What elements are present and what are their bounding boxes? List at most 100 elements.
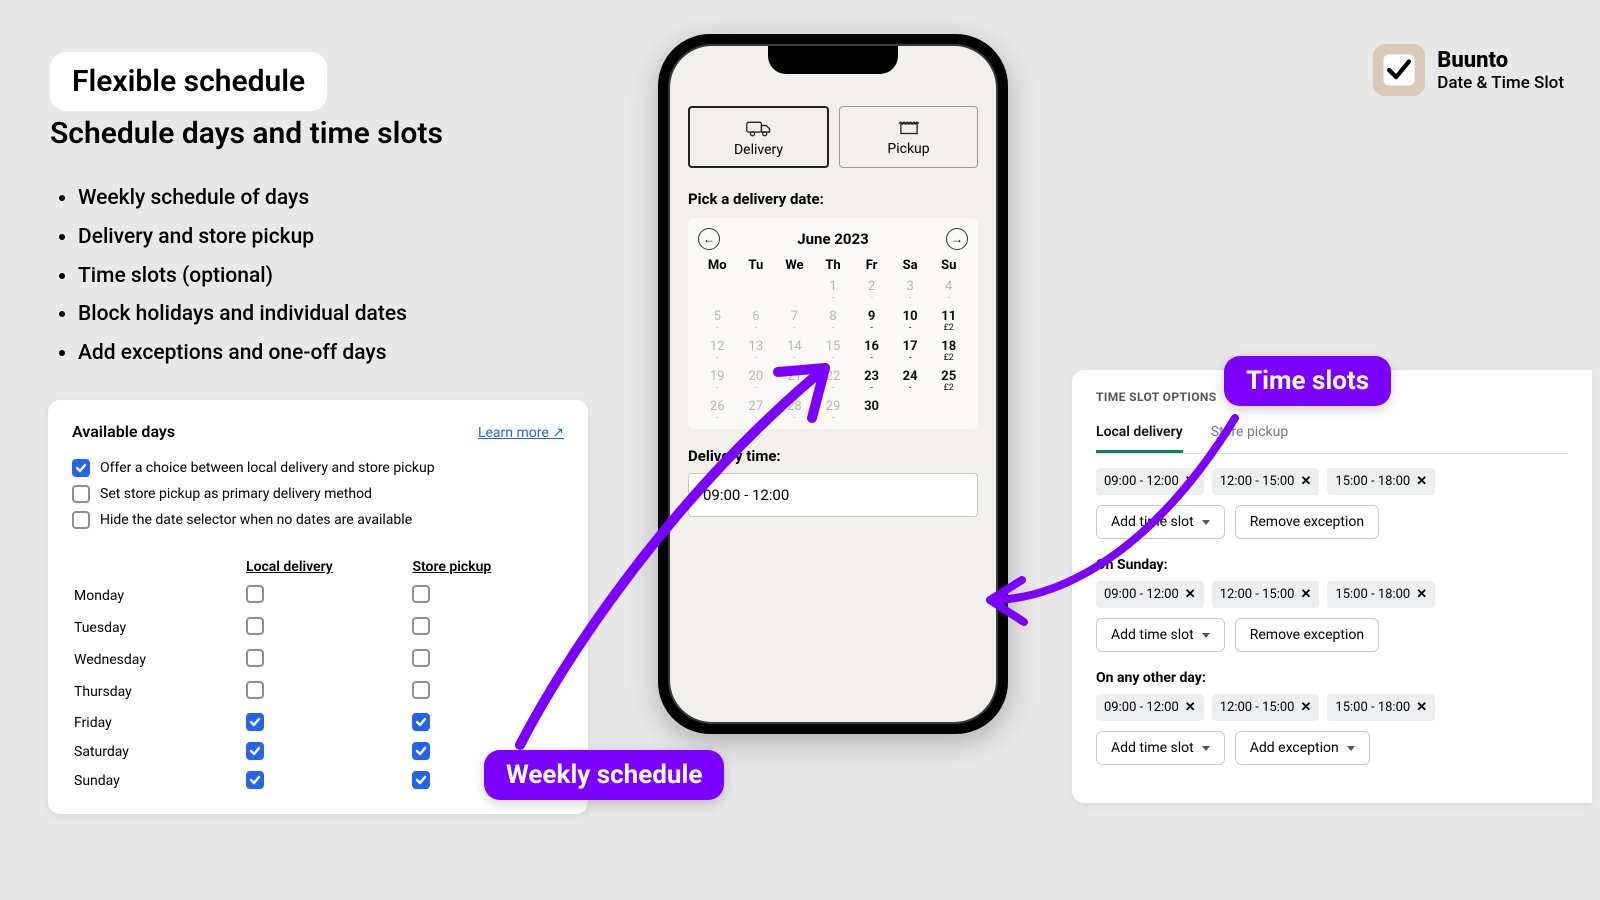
checkbox[interactable] (72, 459, 90, 477)
brand-name: Buunto (1437, 48, 1564, 73)
calendar-day: 1- (814, 279, 853, 303)
time-slot-chip[interactable]: 09:00 - 12:00✕ (1096, 694, 1204, 721)
calendar-day[interactable]: 18£2 (929, 339, 968, 363)
calendar-day[interactable]: 11£2 (929, 309, 968, 333)
calendar-day (891, 399, 930, 423)
calendar-day[interactable]: 30 (852, 399, 891, 423)
option-row[interactable]: Hide the date selector when no dates are… (72, 511, 564, 529)
option-row[interactable]: Offer a choice between local delivery an… (72, 459, 564, 477)
checkbox[interactable] (246, 771, 264, 789)
store-icon (840, 117, 977, 137)
calendar-month: June 2023 (797, 230, 868, 248)
calendar-day: 8- (814, 309, 853, 333)
calendar-day: 6- (737, 309, 776, 333)
calendar-dow: We (775, 258, 814, 273)
calendar-prev-button[interactable]: ← (698, 228, 720, 250)
calendar-day[interactable]: 25£2 (929, 369, 968, 393)
panel-title: Available days (72, 422, 175, 441)
close-icon[interactable]: ✕ (1301, 700, 1312, 715)
method-pickup-button[interactable]: Pickup (839, 106, 978, 168)
calendar-day[interactable]: 23- (852, 369, 891, 393)
calendar-dow: Tu (737, 258, 776, 273)
header-badge: Flexible schedule (50, 52, 327, 111)
day-name: Tuesday (74, 613, 244, 643)
calendar-dow: Fr (852, 258, 891, 273)
checkbox[interactable] (412, 617, 430, 635)
day-row: Tuesday (74, 613, 562, 643)
day-row: Monday (74, 581, 562, 611)
calendar-day[interactable]: 24- (891, 369, 930, 393)
calendar-day[interactable]: 16- (852, 339, 891, 363)
delivery-time-label: Delivery time: (688, 447, 978, 465)
calendar-day[interactable]: 10- (891, 309, 930, 333)
add time slot-button[interactable]: Add time slot (1096, 505, 1225, 539)
checkbox[interactable] (246, 617, 264, 635)
calendar-day (698, 279, 737, 303)
add time slot-button[interactable]: Add time slot (1096, 731, 1225, 765)
checkbox[interactable] (412, 649, 430, 667)
checkbox[interactable] (246, 742, 264, 760)
calendar-day: 21- (775, 369, 814, 393)
calendar-day[interactable]: 17- (891, 339, 930, 363)
checkbox[interactable] (246, 585, 264, 603)
calendar: ← June 2023 → MoTuWeThFrSaSu1-2-3-4-5-6-… (688, 218, 978, 429)
time-slot-chip[interactable]: 09:00 - 12:00✕ (1096, 581, 1204, 608)
calendar-day: 20- (737, 369, 776, 393)
close-icon[interactable]: ✕ (1185, 700, 1196, 715)
time-slot-chip[interactable]: 15:00 - 18:00✕ (1327, 468, 1435, 495)
checkbox[interactable] (72, 485, 90, 503)
checkbox[interactable] (246, 649, 264, 667)
checkbox[interactable] (412, 713, 430, 731)
method-delivery-button[interactable]: Delivery (688, 106, 829, 168)
option-label: Offer a choice between local delivery an… (100, 460, 435, 476)
day-row: Wednesday (74, 645, 562, 675)
time-slot-chip[interactable]: 15:00 - 18:00✕ (1327, 694, 1435, 721)
calendar-day: 15- (814, 339, 853, 363)
checkbox[interactable] (412, 585, 430, 603)
calendar-dow: Su (929, 258, 968, 273)
close-icon[interactable]: ✕ (1301, 587, 1312, 602)
calendar-day: 13- (737, 339, 776, 363)
phone-notch (768, 46, 898, 74)
time-slot-chip[interactable]: 09:00 - 12:00✕ (1096, 468, 1204, 495)
day-name: Friday (74, 709, 244, 736)
time-slot-chip[interactable]: 12:00 - 15:00✕ (1212, 468, 1320, 495)
checkbox[interactable] (246, 713, 264, 731)
header-subtitle: Schedule days and time slots (50, 116, 443, 151)
tab-local-delivery[interactable]: Local delivery (1096, 416, 1183, 453)
checkbox[interactable] (412, 742, 430, 760)
remove exception-button[interactable]: Remove exception (1235, 618, 1379, 652)
add exception-button[interactable]: Add exception (1235, 731, 1370, 765)
calendar-day[interactable]: 9- (852, 309, 891, 333)
close-icon[interactable]: ✕ (1416, 700, 1427, 715)
calendar-day (737, 279, 776, 303)
delivery-time-select[interactable]: 09:00 - 12:00 (688, 473, 978, 517)
close-icon[interactable]: ✕ (1185, 474, 1196, 489)
close-icon[interactable]: ✕ (1185, 587, 1196, 602)
time-slot-chip[interactable]: 12:00 - 15:00✕ (1212, 581, 1320, 608)
option-row[interactable]: Set store pickup as primary delivery met… (72, 485, 564, 503)
checkbox[interactable] (246, 681, 264, 699)
checkbox[interactable] (412, 771, 430, 789)
learn-more-link[interactable]: Learn more ↗ (478, 425, 564, 441)
checkmark-icon (1373, 44, 1425, 96)
calendar-day: 12- (698, 339, 737, 363)
checkbox[interactable] (72, 511, 90, 529)
remove exception-button[interactable]: Remove exception (1235, 505, 1379, 539)
day-row: Thursday (74, 677, 562, 707)
time-slot-chip[interactable]: 12:00 - 15:00✕ (1212, 694, 1320, 721)
truck-icon (690, 118, 827, 138)
tab-store-pickup[interactable]: Store pickup (1211, 416, 1289, 453)
close-icon[interactable]: ✕ (1301, 474, 1312, 489)
calendar-next-button[interactable]: → (946, 228, 968, 250)
callout-weekly-schedule: Weekly schedule (484, 750, 724, 800)
close-icon[interactable]: ✕ (1416, 474, 1427, 489)
close-icon[interactable]: ✕ (1416, 587, 1427, 602)
bullet: Block holidays and individual dates (78, 296, 407, 333)
calendar-day: 29- (814, 399, 853, 423)
checkbox[interactable] (412, 681, 430, 699)
brand-logo: Buunto Date & Time Slot (1373, 44, 1564, 96)
add time slot-button[interactable]: Add time slot (1096, 618, 1225, 652)
calendar-day: 19- (698, 369, 737, 393)
time-slot-chip[interactable]: 15:00 - 18:00✕ (1327, 581, 1435, 608)
